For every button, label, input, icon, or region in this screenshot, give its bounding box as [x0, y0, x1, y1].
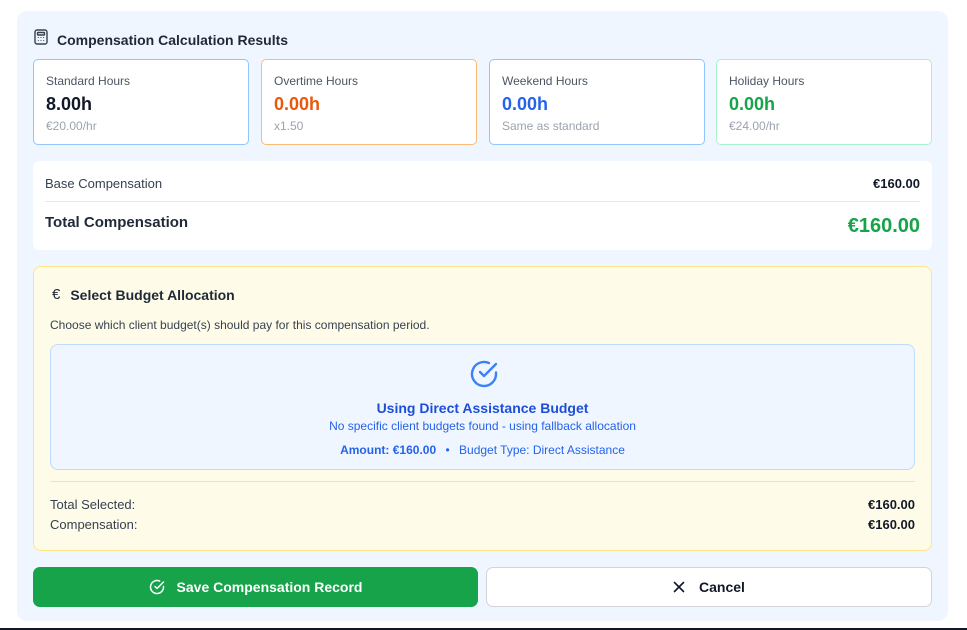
check-circle-icon: [149, 579, 165, 595]
direct-budget-title: Using Direct Assistance Budget: [376, 400, 589, 416]
stat-rate: x1.50: [274, 119, 304, 133]
total-selected-label: Total Selected:: [50, 497, 136, 512]
budget-allocation-description: Choose which client budget(s) should pay…: [50, 318, 430, 332]
stat-card-weekend-hours: Weekend Hours 0.00h Same as standard: [489, 59, 705, 145]
total-selected-value: €160.00: [868, 497, 915, 512]
cancel-button-label: Cancel: [699, 579, 745, 595]
stat-card-standard-hours: Standard Hours 8.00h €20.00/hr: [33, 59, 249, 145]
direct-assistance-budget-card: Using Direct Assistance Budget No specif…: [50, 344, 915, 470]
calculator-icon: [34, 29, 48, 50]
save-button-label: Save Compensation Record: [176, 579, 363, 595]
stat-label: Overtime Hours: [274, 74, 359, 88]
stat-label: Weekend Hours: [502, 74, 588, 88]
direct-budget-meta: Amount: €160.00 • Budget Type: Direct As…: [51, 443, 914, 457]
stat-card-overtime-hours: Overtime Hours 0.00h x1.50: [261, 59, 477, 145]
page-title: Compensation Calculation Results: [57, 31, 289, 48]
stat-rate: €20.00/hr: [46, 119, 97, 133]
budget-allocation-section: € Select Budget Allocation Choose which …: [33, 266, 932, 551]
direct-budget-amount: Amount: €160.00: [340, 443, 437, 457]
euro-icon: €: [52, 286, 61, 303]
budget-allocation-header: € Select Budget Allocation: [52, 286, 235, 303]
total-compensation-value: €160.00: [847, 215, 920, 237]
cancel-button[interactable]: Cancel: [486, 567, 932, 607]
compensation-results-panel: Compensation Calculation Results Standar…: [17, 11, 948, 621]
budget-allocation-title: Select Budget Allocation: [70, 286, 235, 303]
stat-value: 0.00h: [502, 94, 549, 114]
budget-divider: [50, 481, 915, 482]
base-compensation-label: Base Compensation: [45, 176, 163, 191]
stat-value: 0.00h: [274, 94, 321, 114]
compensation-label: Compensation:: [50, 517, 138, 532]
summary-divider: [45, 201, 920, 202]
stat-card-holiday-hours: Holiday Hours 0.00h €24.00/hr: [716, 59, 932, 145]
results-header: Compensation Calculation Results: [34, 29, 288, 50]
total-selected-row: Total Selected: €160.00: [50, 497, 915, 512]
stat-rate: €24.00/hr: [729, 119, 780, 133]
stat-rate: Same as standard: [502, 119, 600, 133]
save-compensation-button[interactable]: Save Compensation Record: [33, 567, 478, 607]
direct-budget-type: Budget Type: Direct Assistance: [459, 443, 625, 457]
close-icon: [673, 581, 685, 593]
base-compensation-row: Base Compensation €160.00: [45, 176, 920, 191]
total-compensation-label: Total Compensation: [45, 214, 189, 231]
stat-value: 0.00h: [729, 94, 776, 114]
meta-separator: •: [445, 443, 450, 457]
base-compensation-value: €160.00: [873, 176, 920, 191]
compensation-summary: Base Compensation €160.00 Total Compensa…: [33, 161, 932, 250]
stat-label: Standard Hours: [46, 74, 131, 88]
stat-label: Holiday Hours: [729, 74, 805, 88]
direct-budget-subtitle: No specific client budgets found - using…: [329, 419, 636, 433]
compensation-value: €160.00: [868, 517, 915, 532]
total-compensation-row: Total Compensation €160.00: [45, 211, 920, 238]
compensation-row: Compensation: €160.00: [50, 517, 915, 532]
stat-value: 8.00h: [46, 94, 93, 114]
